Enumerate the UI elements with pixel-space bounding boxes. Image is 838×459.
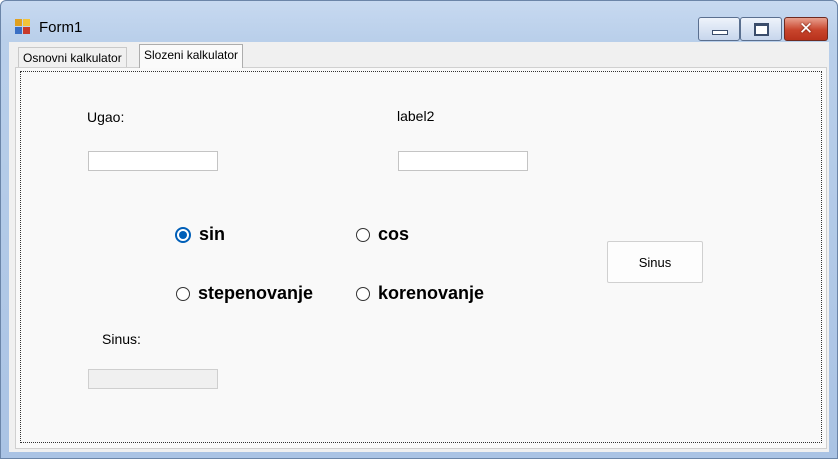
radio-cos-indicator[interactable] bbox=[356, 227, 370, 242]
tab-page: Ugao: label2 sin cos stepenovanje koreno… bbox=[15, 67, 827, 449]
maximize-icon bbox=[754, 23, 769, 36]
client-area: Osnovni kalkulator Slozeni kalkulator Ug… bbox=[9, 42, 829, 452]
radio-korenovanje-label: korenovanje bbox=[378, 283, 485, 303]
title-bar[interactable]: Form1 ✕ bbox=[1, 1, 837, 41]
radio-cos[interactable]: cos bbox=[356, 224, 409, 245]
radio-korenovanje-indicator[interactable] bbox=[356, 286, 370, 301]
sinus-button[interactable]: Sinus bbox=[607, 241, 703, 283]
minimize-icon bbox=[712, 30, 728, 35]
app-window: Form1 ✕ Osnovni kalkulator Slozeni kalku… bbox=[0, 0, 838, 459]
close-icon: ✕ bbox=[798, 19, 814, 39]
radio-sin[interactable]: sin bbox=[175, 224, 225, 245]
sinus-result-field[interactable] bbox=[88, 369, 218, 389]
window-title: Form1 bbox=[39, 19, 83, 36]
maximize-button[interactable] bbox=[740, 17, 782, 41]
close-button[interactable]: ✕ bbox=[784, 17, 828, 41]
label2: label2 bbox=[397, 108, 435, 124]
radio-sin-indicator[interactable] bbox=[175, 226, 191, 243]
radio-sin-label: sin bbox=[199, 224, 226, 244]
second-input[interactable] bbox=[398, 151, 528, 171]
radio-stepenovanje-label: stepenovanje bbox=[198, 283, 314, 303]
minimize-button[interactable] bbox=[698, 17, 740, 41]
radio-cos-label: cos bbox=[378, 224, 410, 244]
ugao-input[interactable] bbox=[88, 151, 218, 171]
tab-osnovni-kalkulator[interactable]: Osnovni kalkulator bbox=[18, 47, 127, 68]
windows-form-icon bbox=[15, 19, 33, 37]
radio-stepenovanje-indicator[interactable] bbox=[176, 286, 190, 301]
ugao-label: Ugao: bbox=[87, 109, 125, 125]
tab-slozeni-kalkulator[interactable]: Slozeni kalkulator bbox=[139, 44, 244, 68]
sinus-result-label: Sinus: bbox=[102, 331, 141, 347]
radio-stepenovanje[interactable]: stepenovanje bbox=[176, 283, 313, 304]
radio-korenovanje[interactable]: korenovanje bbox=[356, 283, 484, 304]
